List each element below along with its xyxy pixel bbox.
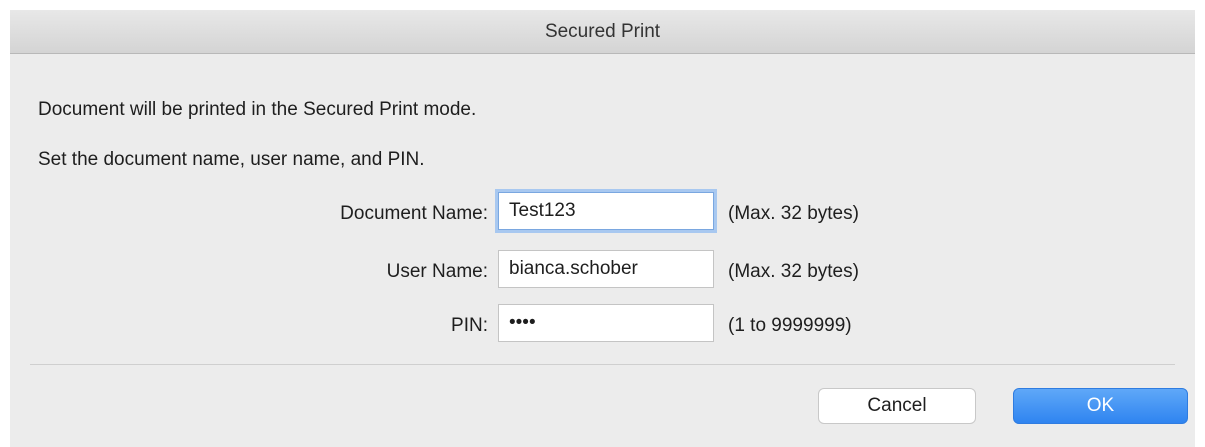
dialog-title: Secured Print xyxy=(10,10,1195,54)
user-name-hint: (Max. 32 bytes) xyxy=(728,261,859,282)
divider xyxy=(30,364,1175,365)
document-name-label: Document Name: xyxy=(340,203,488,224)
secured-print-dialog: Secured Print Document will be printed i… xyxy=(10,10,1195,447)
pin-label: PIN: xyxy=(451,315,488,336)
info-message: Document will be printed in the Secured … xyxy=(38,99,477,120)
document-name-hint: (Max. 32 bytes) xyxy=(728,203,859,224)
instruction-message: Set the document name, user name, and PI… xyxy=(38,149,425,170)
cancel-button[interactable]: Cancel xyxy=(818,388,976,424)
ok-button[interactable]: OK xyxy=(1013,388,1188,424)
document-name-input[interactable] xyxy=(498,192,714,230)
pin-input[interactable] xyxy=(498,304,714,342)
user-name-label: User Name: xyxy=(386,261,488,282)
user-name-input[interactable] xyxy=(498,250,714,288)
pin-hint: (1 to 9999999) xyxy=(728,315,852,336)
